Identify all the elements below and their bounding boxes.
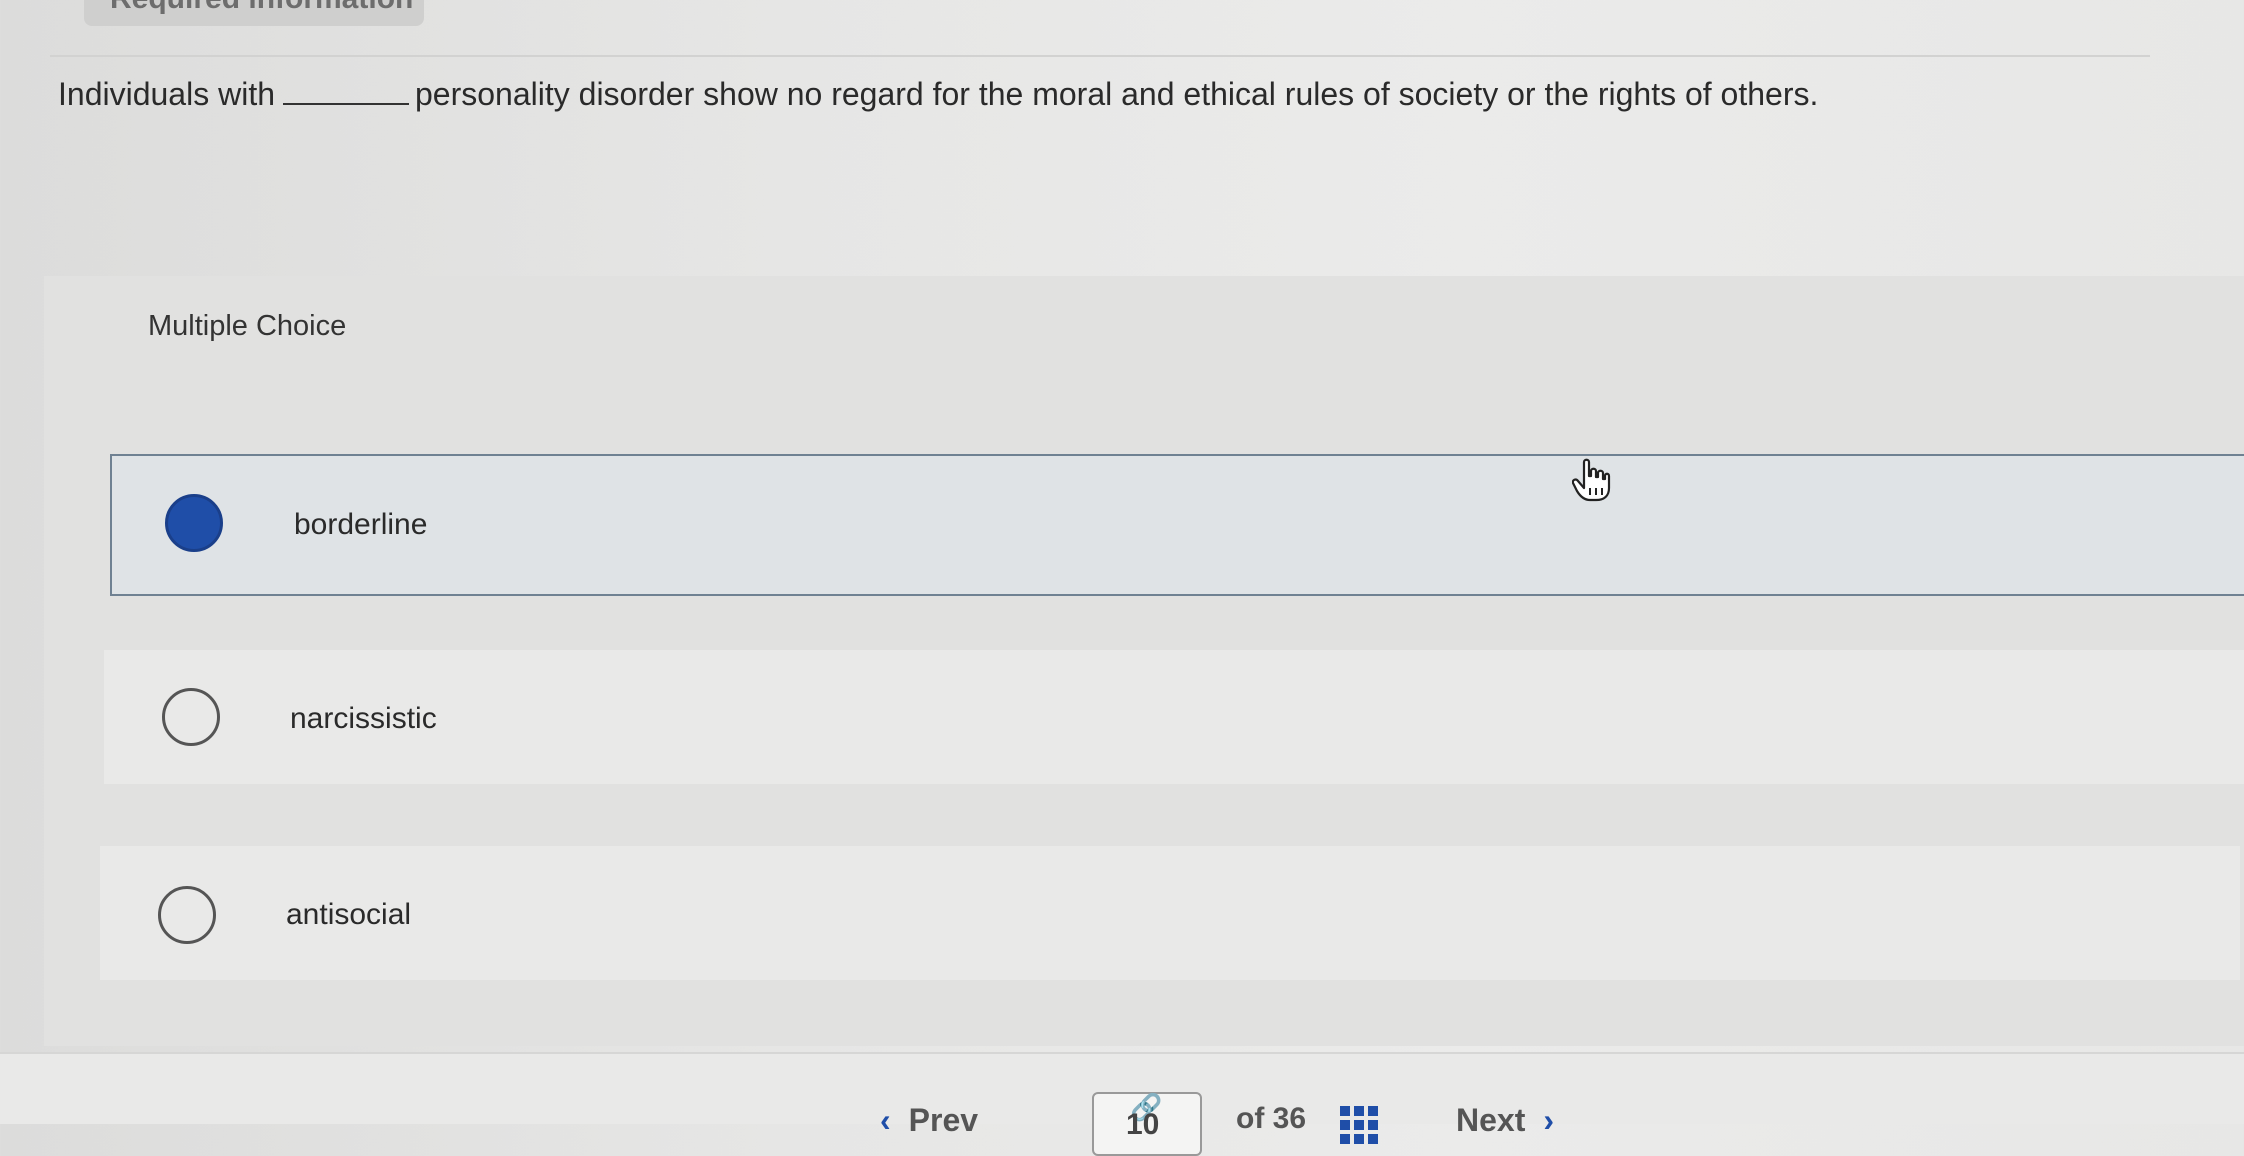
prev-label: Prev — [908, 1102, 979, 1138]
question-text: Individuals with personality disorder sho… — [58, 76, 1818, 113]
radio-button[interactable] — [158, 886, 216, 944]
choice-label: borderline — [294, 508, 428, 541]
chevron-right-icon: › — [1543, 1102, 1555, 1138]
choice-label: narcissistic — [290, 702, 437, 735]
grid-icon[interactable] — [1340, 1106, 1378, 1144]
page-total: of 36 — [1236, 1102, 1307, 1135]
current-page-number: 10 — [1126, 1108, 1160, 1141]
choice-option-antisocial[interactable]: antisocial — [100, 846, 2240, 980]
next-button[interactable]: Next › — [1456, 1102, 1554, 1139]
multiple-choice-heading: Multiple Choice — [148, 310, 347, 342]
radio-button[interactable] — [162, 688, 220, 746]
question-text-after: personality disorder show no regard for … — [415, 76, 1819, 112]
question-blank — [283, 102, 409, 105]
required-information-tab: Required information — [84, 0, 424, 26]
choice-option-borderline[interactable]: borderline — [110, 454, 2244, 596]
next-label: Next — [1456, 1102, 1526, 1138]
choice-label: antisocial — [286, 898, 412, 931]
required-information-label: Required information — [110, 0, 413, 16]
hand-pointer-icon — [1571, 458, 1612, 507]
prev-button[interactable]: ‹ Prev — [880, 1102, 978, 1139]
radio-button-selected[interactable] — [165, 494, 223, 552]
chevron-left-icon: ‹ — [880, 1102, 891, 1138]
page-number-box[interactable]: 🔗 10 — [1092, 1092, 1202, 1156]
question-text-before: Individuals with — [58, 76, 275, 112]
choice-option-narcissistic[interactable]: narcissistic — [104, 650, 2244, 784]
top-divider — [50, 55, 2150, 57]
